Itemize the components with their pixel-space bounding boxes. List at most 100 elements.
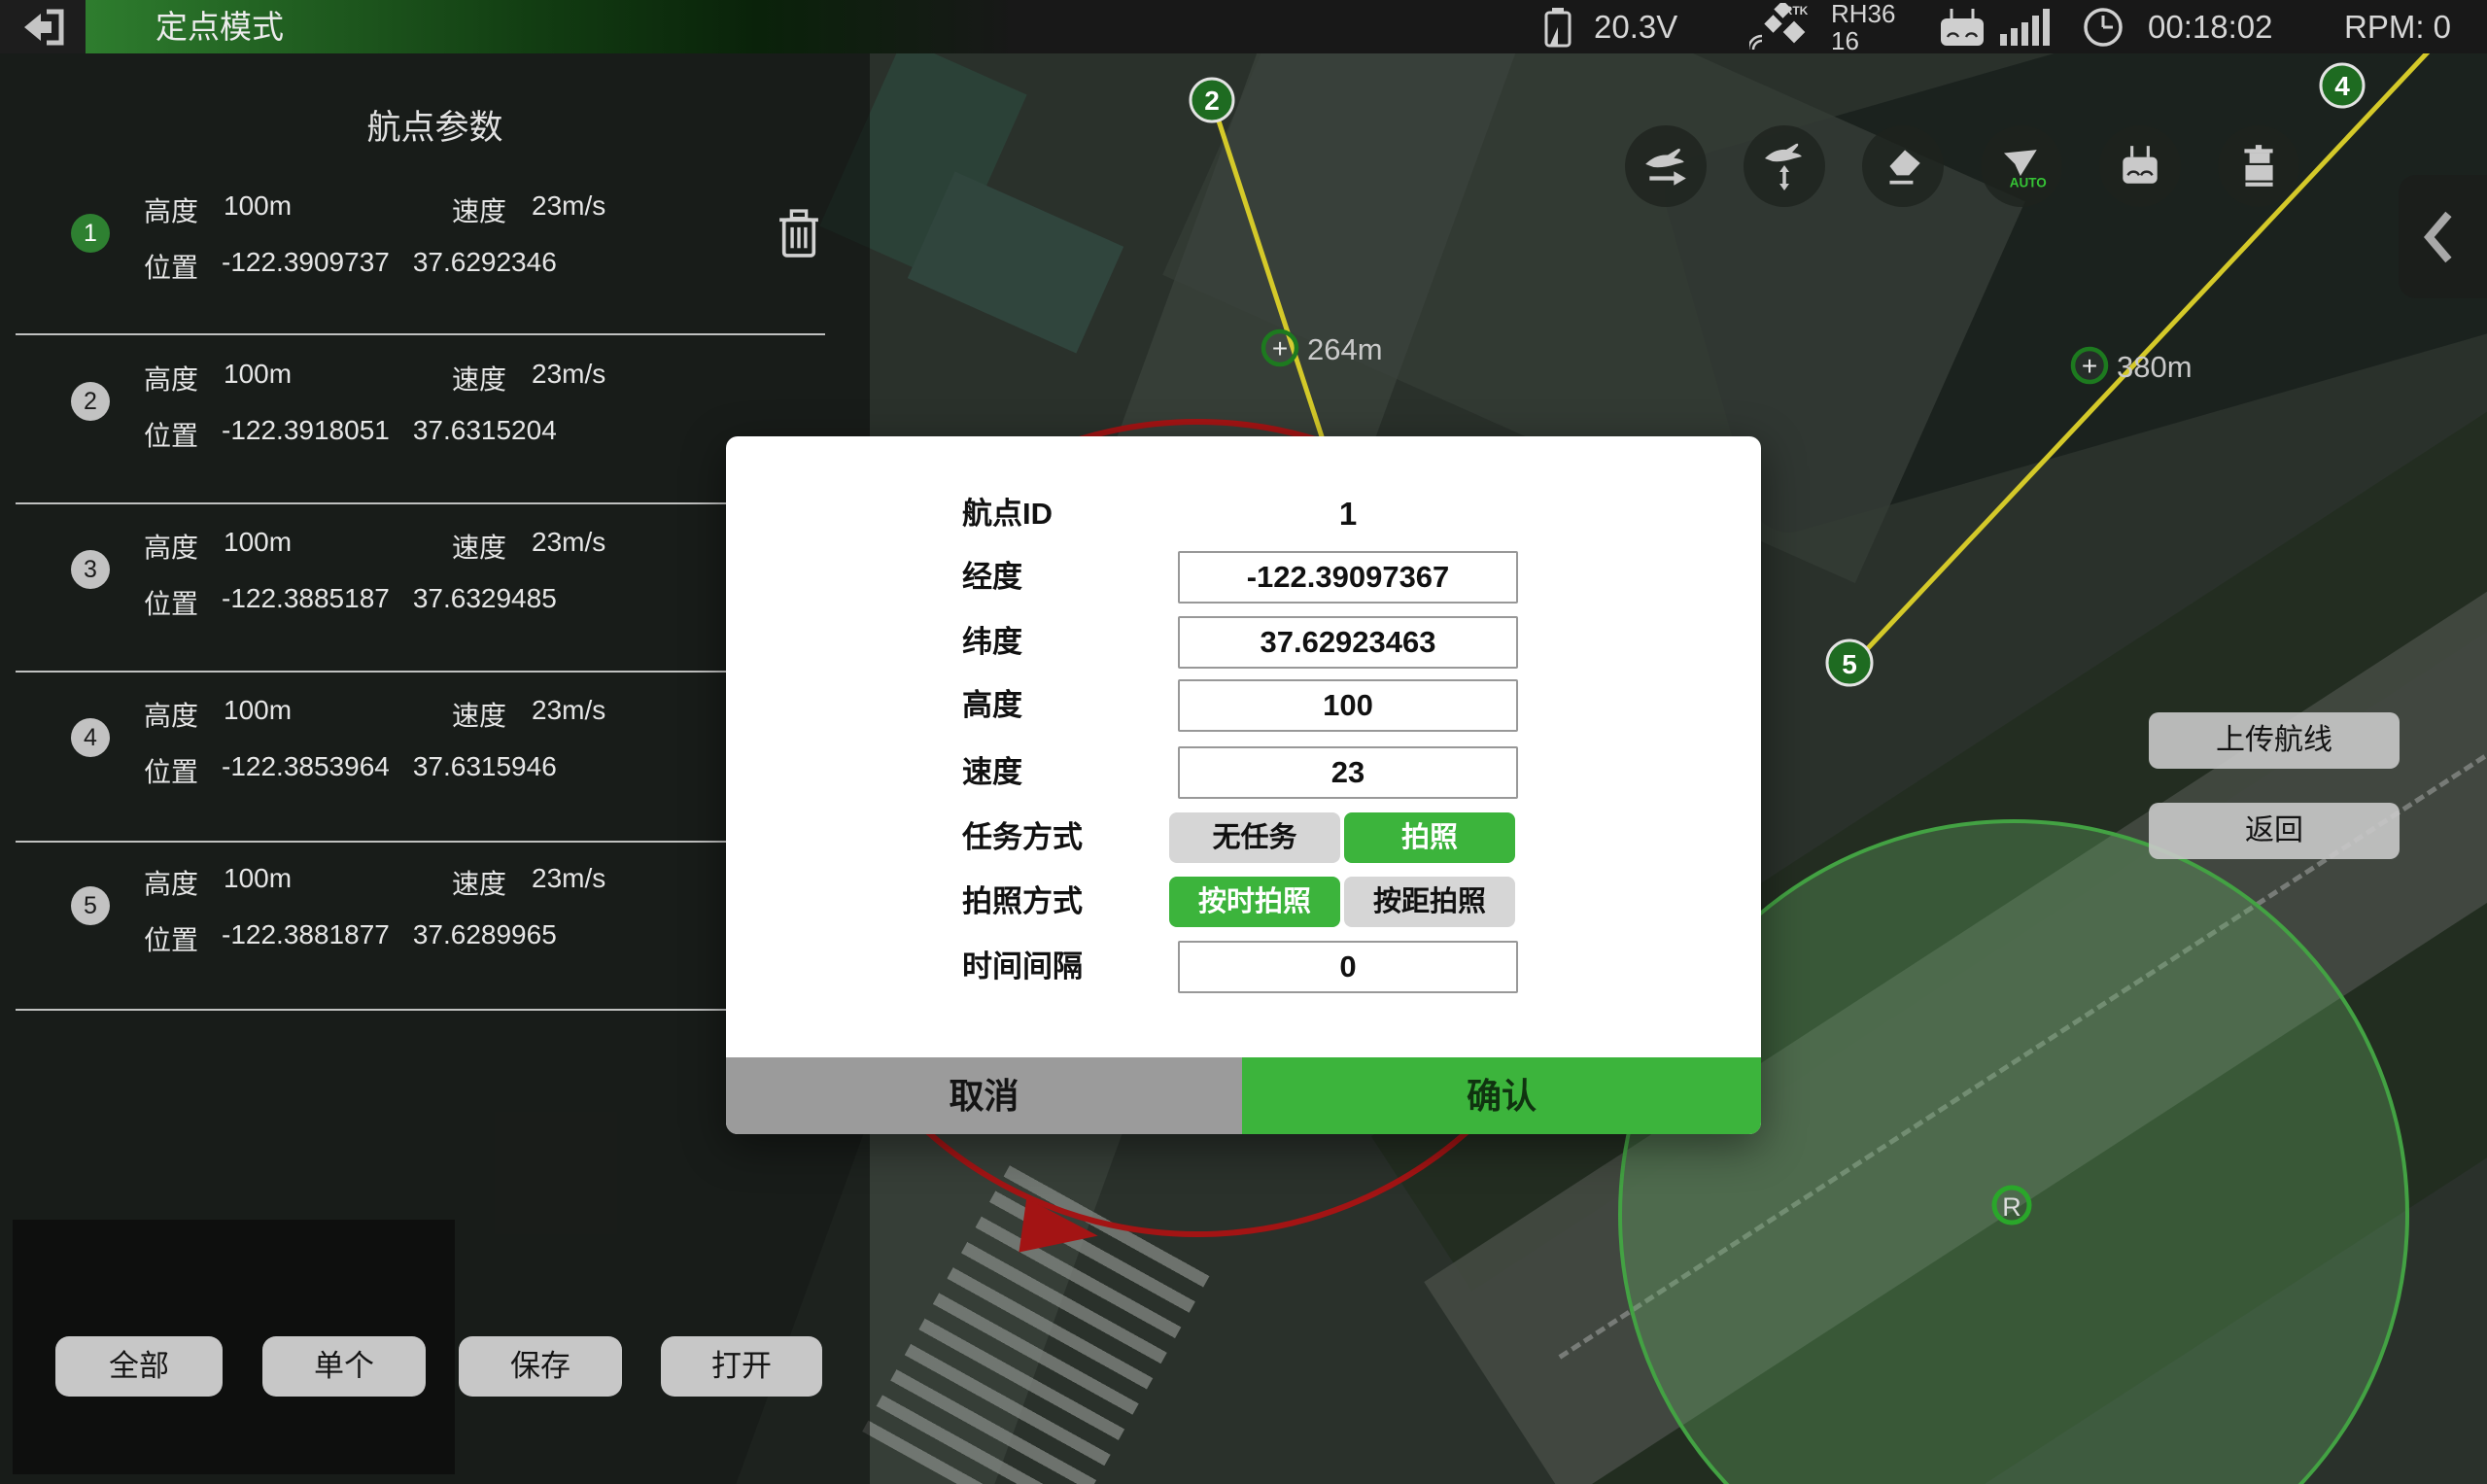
waypoint-index-badge: 5 [71, 886, 110, 925]
plane-takeoff-icon [1641, 142, 1690, 190]
speed-value: 23m/s [532, 190, 605, 229]
rtk-satellite-icon: RTK [1749, 3, 1813, 52]
single-waypoint-button[interactable]: 单个 [262, 1336, 426, 1397]
speed-value: 23m/s [532, 695, 605, 734]
dialog-row-altitude: 高度 [726, 673, 1761, 738]
panel-title: 航点参数 [0, 100, 870, 150]
waypoint-index-badge: 3 [71, 550, 110, 589]
latitude-input[interactable] [1178, 616, 1518, 669]
controller-link-icon [1932, 7, 1992, 48]
open-button[interactable]: 打开 [661, 1336, 822, 1397]
waypoint-edit-dialog: 航点ID 1 经度 纬度 高度 速度 任务方式 无任务 拍照 拍照方式 按时拍照… [726, 436, 1761, 1134]
altitude-label: 高度 [144, 527, 198, 566]
waypoint-id-value: 1 [1178, 482, 1518, 546]
position-label: 位置 [144, 919, 198, 958]
speed-label: 速度 [452, 359, 506, 397]
speed-value: 23m/s [532, 527, 605, 566]
segment-midpoint-insert[interactable]: + [1263, 331, 1296, 364]
photo-mode-label: 拍照方式 [962, 870, 1083, 934]
waypoint-marker-2[interactable]: 2 [1191, 79, 1233, 121]
exit-back-icon [17, 7, 68, 48]
cancel-button[interactable]: 取消 [726, 1057, 1242, 1134]
svg-text:AUTO: AUTO [2010, 175, 2047, 190]
altitude-value: 100m [224, 695, 292, 734]
longitude-value: -122.3853964 [222, 751, 390, 790]
speed-label: 速度 [452, 527, 506, 566]
rtk-status: RH36 16 [1831, 0, 1895, 54]
svg-text:+: + [2082, 351, 2097, 381]
photo-distance-toggle[interactable]: 按距拍照 [1344, 877, 1515, 927]
svg-text:RTK: RTK [1784, 4, 1809, 17]
status-bar: 定点模式 20.3V RTK RH36 16 [0, 0, 2487, 53]
position-label: 位置 [144, 583, 198, 622]
waypoint-row-1[interactable]: 1 高度100m 速度23m/s 位置-122.390973737.629234… [0, 165, 870, 301]
back-button[interactable] [0, 0, 86, 53]
all-waypoints-button[interactable]: 全部 [55, 1336, 223, 1397]
interval-input[interactable] [1178, 941, 1518, 993]
altitude-value: 100m [224, 863, 292, 902]
svg-text:5: 5 [1842, 649, 1857, 679]
auto-mission-button[interactable]: AUTO [1981, 125, 2062, 207]
waypoint-index-badge: 1 [71, 214, 110, 253]
route-line-segment [1852, 25, 2453, 665]
flight-timer-icon [2082, 6, 2124, 49]
task-none-toggle[interactable]: 无任务 [1169, 812, 1340, 863]
svg-text:2: 2 [1204, 86, 1220, 116]
segment-midpoint-insert[interactable]: + [2073, 349, 2106, 382]
row-divider [16, 1009, 825, 1011]
latitude-value: 37.6329485 [413, 583, 557, 622]
altitude-input[interactable] [1178, 679, 1518, 732]
segment-distance-label: 264m [1307, 332, 1383, 366]
waypoint-marker-5[interactable]: 5 [1827, 640, 1872, 685]
confirm-button[interactable]: 确认 [1242, 1057, 1761, 1134]
app-window: + 264m + 380m 2 4 5 R [0, 0, 2487, 1484]
plane-altitude-icon [1760, 141, 1809, 191]
photo-timed-toggle[interactable]: 按时拍照 [1169, 877, 1340, 927]
position-label: 位置 [144, 751, 198, 790]
flight-time: 00:18:02 [2148, 0, 2272, 53]
return-button[interactable]: 返回 [2149, 803, 2400, 859]
waypoint-index-badge: 2 [71, 382, 110, 421]
altitude-label: 高度 [144, 863, 198, 902]
altitude-button[interactable] [1744, 125, 1825, 207]
chevron-left-icon [2412, 205, 2467, 269]
speed-value: 23m/s [532, 863, 605, 902]
altitude-value: 100m [224, 359, 292, 397]
speed-label: 速度 [452, 190, 506, 229]
gimbal-device-button[interactable] [2218, 125, 2299, 207]
dialog-row-interval: 时间间隔 [726, 935, 1761, 999]
dialog-row-id: 航点ID 1 [726, 482, 1761, 546]
latitude-value: 37.6289965 [413, 919, 557, 958]
delete-waypoint-icon[interactable] [776, 208, 822, 263]
waypoint-id-label: 航点ID [962, 482, 1053, 546]
eraser-icon [1879, 142, 1927, 190]
upload-route-button[interactable]: 上传航线 [2149, 712, 2400, 769]
altitude-label: 高度 [144, 190, 198, 229]
waypoint-index-badge: 4 [71, 718, 110, 757]
altitude-label: 高度 [144, 359, 198, 397]
longitude-value: -122.3885187 [222, 583, 390, 622]
rtk-status-line1: RH36 [1831, 0, 1895, 27]
latitude-label: 纬度 [962, 610, 1022, 674]
position-label: 位置 [144, 415, 198, 454]
longitude-value: -122.3881877 [222, 919, 390, 958]
svg-text:+: + [1272, 333, 1288, 363]
dialog-actions: 取消 确认 [726, 1057, 1761, 1134]
longitude-input[interactable] [1178, 551, 1518, 604]
dialog-row-speed: 速度 [726, 741, 1761, 805]
speed-input[interactable] [1178, 746, 1518, 799]
takeoff-button[interactable] [1625, 125, 1707, 207]
svg-text:4: 4 [2334, 71, 2350, 101]
waypoint-marker-4[interactable]: 4 [2321, 64, 2364, 107]
save-button[interactable]: 保存 [459, 1336, 622, 1397]
longitude-value: -122.3909737 [222, 247, 390, 286]
erase-route-button[interactable] [1862, 125, 1944, 207]
battery-icon [1543, 7, 1572, 48]
altitude-value: 100m [224, 190, 292, 229]
collapse-panel-tab[interactable] [2399, 175, 2487, 298]
segment-distance-label: 380m [2117, 350, 2193, 384]
task-photo-toggle[interactable]: 拍照 [1344, 812, 1515, 863]
remote-controller-button[interactable] [2099, 125, 2181, 207]
latitude-value: 37.6315946 [413, 751, 557, 790]
dialog-row-latitude: 纬度 [726, 610, 1761, 674]
